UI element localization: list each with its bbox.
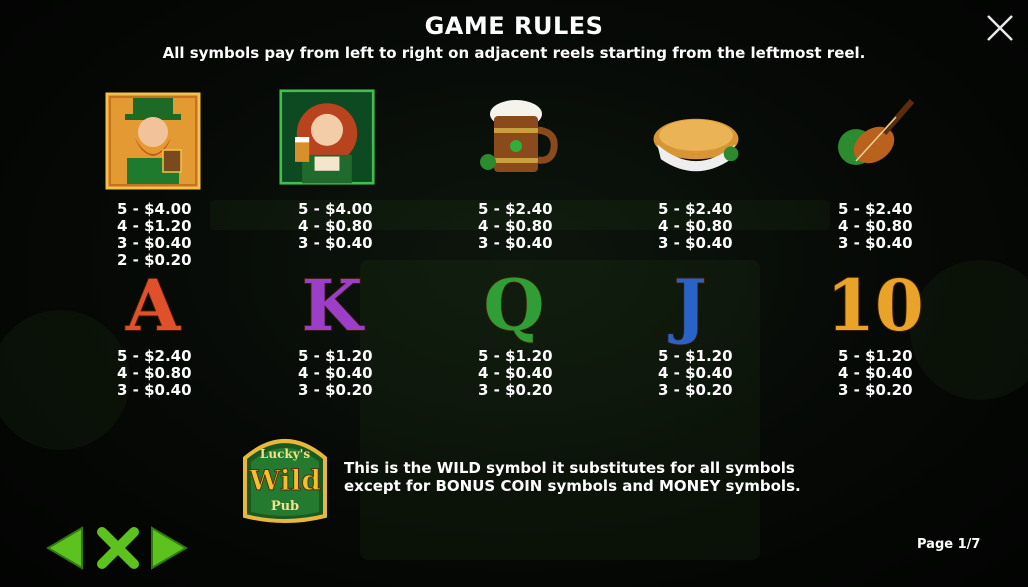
wild-logo-lucky: Lucky's (260, 447, 310, 461)
next-page-icon[interactable] (150, 526, 188, 570)
paytable-barmaid: 5 - $4.00 4 - $0.80 3 - $0.40 (298, 200, 373, 252)
page-title: GAME RULES (424, 12, 604, 40)
beer-mug-symbol-icon (470, 82, 566, 192)
letter-k-symbol-icon: K (301, 263, 364, 348)
barmaid-symbol-icon (279, 82, 375, 192)
page-subtitle: All symbols pay from left to right on ad… (162, 44, 866, 62)
letter-j-symbol-icon: J (672, 263, 707, 348)
paytable-leprechaun: 5 - $4.00 4 - $1.20 3 - $0.40 2 - $0.20 (117, 200, 192, 269)
wild-logo-wild: Wild (248, 464, 321, 497)
letter-q-symbol-icon: Q (483, 263, 546, 348)
leprechaun-symbol-icon (105, 86, 201, 196)
paytable-ten: 5 - $1.20 4 - $0.40 3 - $0.20 (838, 347, 913, 399)
paytable-letter-j: 5 - $1.20 4 - $0.40 3 - $0.20 (658, 347, 733, 399)
paytable-letter-q: 5 - $1.20 4 - $0.40 3 - $0.20 (478, 347, 553, 399)
ten-symbol-icon: 10 (825, 263, 924, 348)
fiddle-symbol-icon (826, 82, 922, 192)
wild-symbol-icon: Lucky's Wild Pub (243, 439, 327, 523)
page-indicator: Page 1/7 (917, 537, 981, 552)
previous-page-icon[interactable] (46, 526, 84, 570)
wild-logo-pub: Pub (271, 499, 299, 514)
close-icon[interactable] (984, 12, 1016, 44)
paytable-pie: 5 - $2.40 4 - $0.80 3 - $0.40 (658, 200, 733, 252)
wild-description: This is the WILD symbol it substitutes f… (344, 459, 801, 495)
paytable-fiddle: 5 - $2.40 4 - $0.80 3 - $0.40 (838, 200, 913, 252)
pie-symbol-icon (648, 84, 744, 194)
close-rules-icon[interactable] (96, 526, 140, 570)
letter-a-symbol-icon: A (125, 263, 181, 348)
paytable-beer-mug: 5 - $2.40 4 - $0.80 3 - $0.40 (478, 200, 553, 252)
paytable-letter-k: 5 - $1.20 4 - $0.40 3 - $0.20 (298, 347, 373, 399)
paytable-letter-a: 5 - $2.40 4 - $0.80 3 - $0.40 (117, 347, 192, 399)
